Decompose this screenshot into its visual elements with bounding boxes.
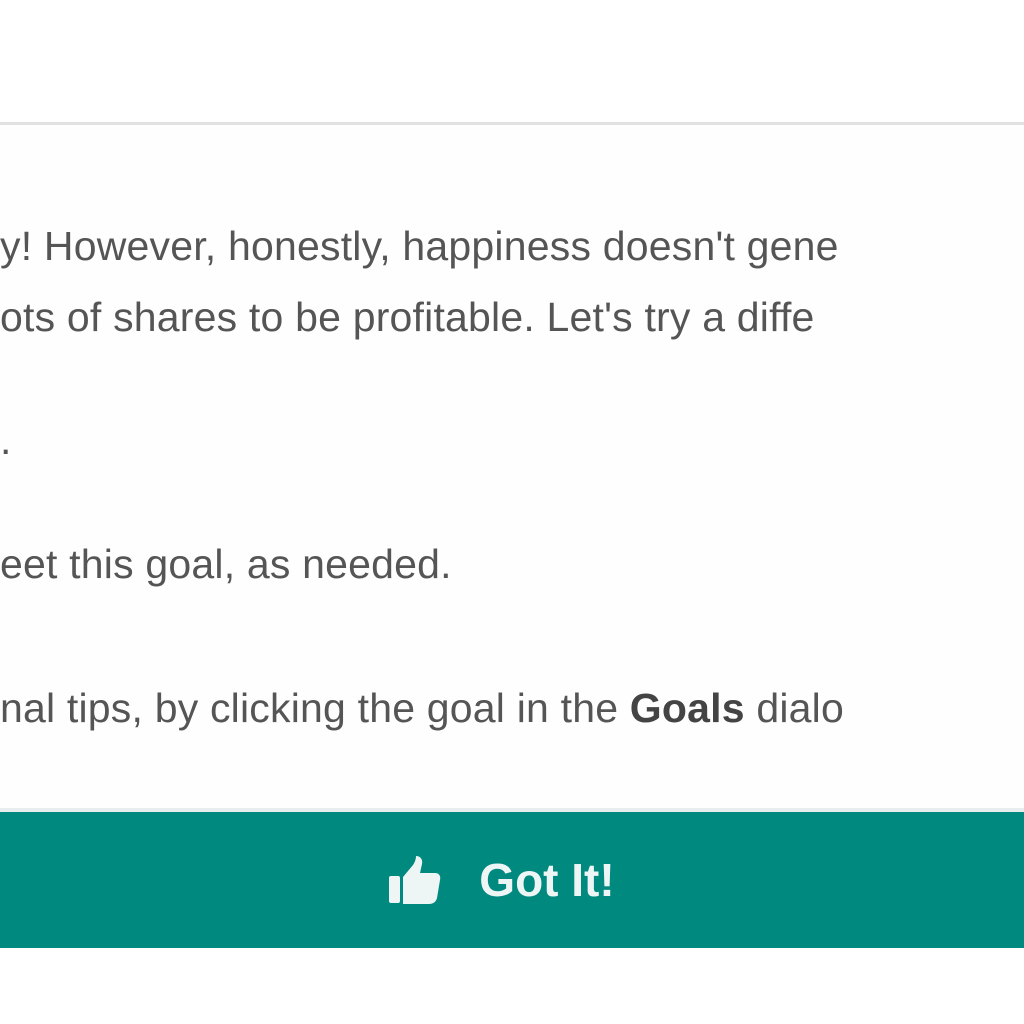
message-line-2: ots of shares to be profitable. Let's tr… (0, 294, 815, 340)
message-line-5-text: nal tips, by clicking the goal in the (0, 685, 630, 731)
goals-dialog-reference: Goals (629, 685, 745, 731)
message-line-1: y! However, honestly, happiness doesn't … (0, 223, 839, 269)
dialog-body: y! However, honestly, happiness doesn't … (0, 125, 1024, 810)
message-line-5: nal tips, by clicking the goal in the Go… (0, 683, 1024, 733)
got-it-label: Got It! (479, 854, 615, 906)
got-it-button[interactable]: Got It! (0, 812, 1024, 948)
dialog-header (0, 0, 1024, 122)
message-line-3: . (0, 417, 12, 463)
message-line-4: eet this goal, as needed. (0, 541, 452, 587)
thumbs-up-icon (387, 855, 441, 905)
tip-dialog: y! However, honestly, happiness doesn't … (0, 0, 1024, 1024)
message-line-5-tail: dialo (744, 685, 844, 731)
dialog-footer (0, 948, 1024, 1024)
